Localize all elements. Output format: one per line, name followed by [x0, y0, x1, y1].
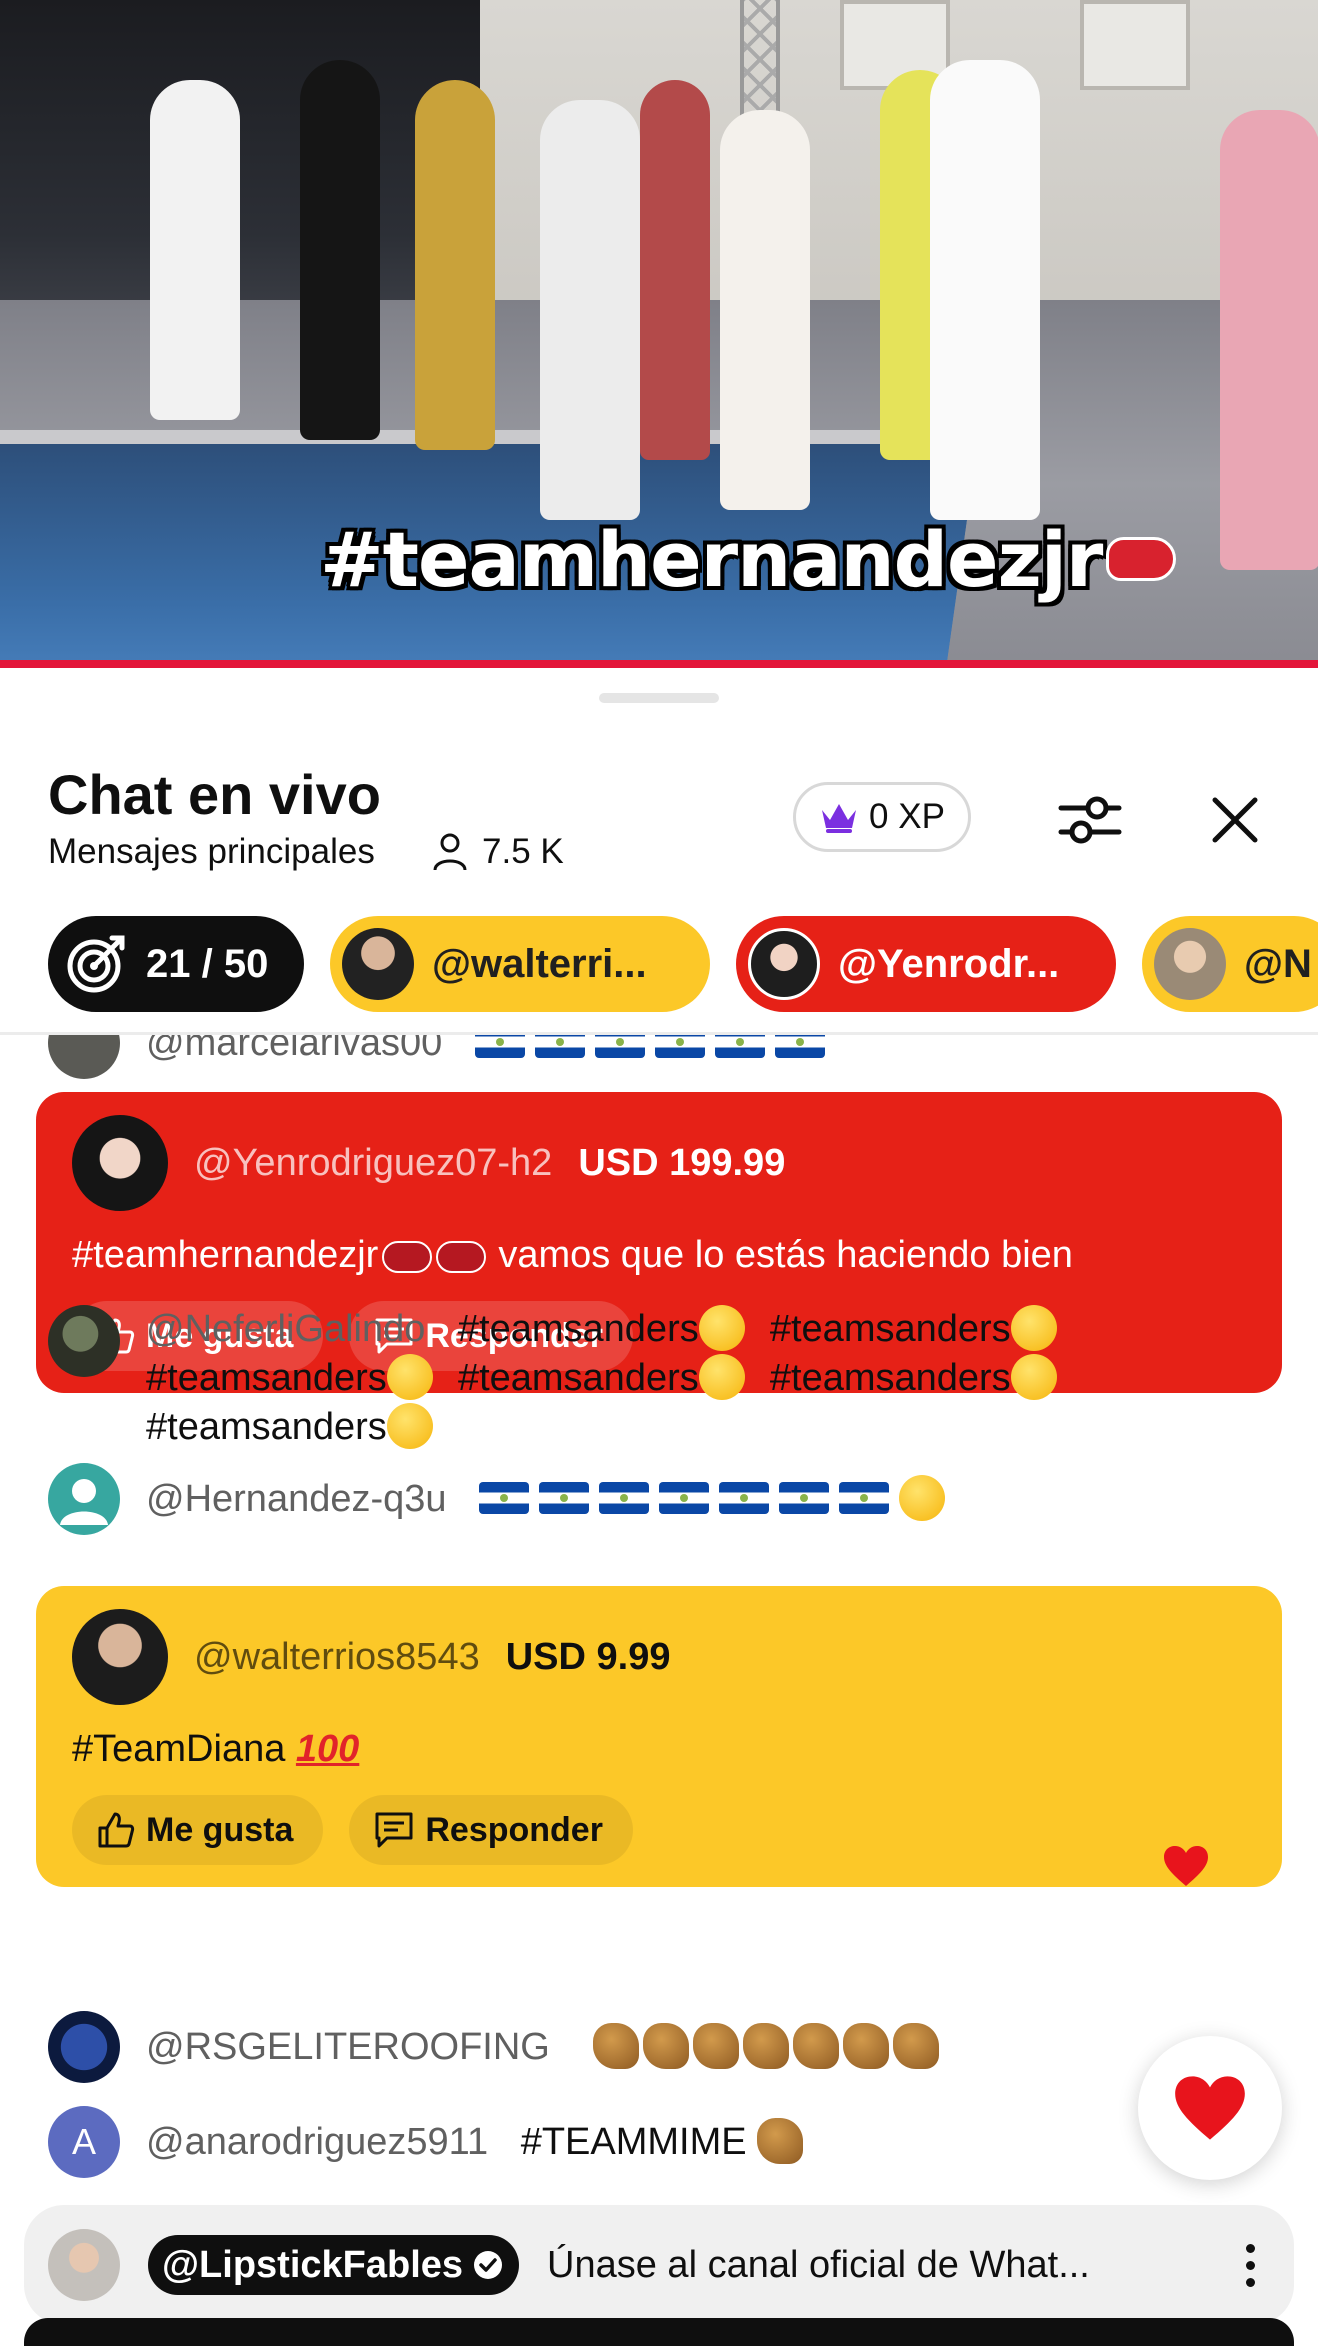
boxing-glove-icon	[382, 1240, 433, 1273]
boxing-glove-icon	[436, 1240, 487, 1273]
avatar	[1154, 928, 1226, 1000]
reply-button[interactable]: Responder	[349, 1795, 633, 1865]
more-options-button[interactable]	[1230, 2235, 1270, 2295]
chat-message: @NeferliGalindo #teamsanders #teamsander…	[48, 1304, 1278, 1452]
boxing-glove-icon	[1106, 537, 1177, 581]
drag-handle[interactable]	[599, 693, 719, 703]
ticker-chip-walterrios[interactable]: @walterri...	[330, 916, 710, 1012]
viewer-count-value: 7.5 K	[482, 832, 564, 871]
super-chat-message: @walterrios8543 USD 9.99 #TeamDiana 100 …	[36, 1586, 1282, 1887]
message-text	[479, 1474, 949, 1521]
default-avatar-icon	[60, 1479, 108, 1525]
message-text	[582, 2022, 943, 2069]
message-author[interactable]: @Yenrodriguez07-h2	[194, 1142, 552, 1185]
video-progress-bar[interactable]	[0, 660, 1318, 668]
super-chat-header: @walterrios8543 USD 9.99	[72, 1608, 1246, 1706]
verified-check-icon	[474, 2251, 503, 2279]
close-icon	[1212, 797, 1258, 843]
person-figure	[930, 60, 1040, 520]
message-author[interactable]: @NeferliGalindo	[146, 1308, 425, 1350]
person-figure	[720, 110, 810, 510]
person-figure	[415, 80, 495, 450]
crown-icon	[822, 804, 857, 833]
avatar: A	[48, 2106, 120, 2178]
person-figure	[150, 80, 240, 420]
chat-input-bar[interactable]	[24, 2318, 1294, 2346]
video-caption: #teamhernandezjr	[320, 515, 1177, 604]
chat-message: @RSGELITEROOFING	[48, 2011, 943, 2083]
avatar	[342, 928, 414, 1000]
super-chat-header: @Yenrodriguez07-h2 USD 199.99	[72, 1114, 1246, 1212]
xp-label: 0 XP	[869, 797, 945, 836]
xp-button[interactable]: 0 XP	[793, 782, 971, 852]
hundred-points-icon: 100	[295, 1728, 360, 1770]
super-chat-ticker: 21 / 50 @walterri... @Yenrodr... @N	[48, 916, 1318, 1012]
close-button[interactable]	[1200, 780, 1270, 860]
person-figure	[1220, 110, 1318, 570]
person-figure	[540, 100, 640, 520]
live-chat-panel: Chat en vivo Mensajes principales 7.5 K …	[0, 670, 1318, 2346]
ticker-chip-label: @walterri...	[432, 941, 647, 986]
chat-message: @marcelarivas00	[48, 1035, 835, 1079]
message-text	[474, 1035, 835, 1064]
super-chat-amount: USD 199.99	[578, 1141, 786, 1184]
filter-settings-button[interactable]	[1050, 780, 1130, 860]
chat-message: A @anarodriguez5911 #TEAMMIME	[48, 2106, 807, 2178]
message-text: #TEAMMIME	[521, 2117, 807, 2164]
like-button[interactable]: Me gusta	[72, 1795, 324, 1865]
small-heart-icon	[1164, 1846, 1208, 1886]
person-figure	[300, 60, 380, 440]
message-author[interactable]: @Hernandez-q3u	[146, 1478, 447, 1520]
chat-message-list[interactable]: @marcelarivas00 @Yenrodriguez07-h2 USD 1…	[0, 1035, 1318, 2225]
background-window	[1080, 0, 1190, 90]
avatar	[48, 2011, 120, 2083]
video-player[interactable]: #teamhernandezjr	[0, 0, 1318, 668]
avatar	[48, 1463, 120, 1535]
avatar	[48, 2229, 120, 2301]
panel-title: Chat en vivo	[48, 763, 381, 826]
tune-icon	[1058, 796, 1122, 844]
ticker-chip-next[interactable]: @N	[1142, 916, 1318, 1012]
goal-progress: 21 / 50	[146, 941, 269, 986]
person-figure	[640, 80, 710, 460]
pinned-text: Únase al canal oficial de What...	[547, 2243, 1090, 2286]
avatar	[72, 1609, 168, 1705]
reaction-button[interactable]	[1138, 2036, 1282, 2180]
message-text: #TeamDiana 100	[72, 1728, 360, 1770]
comment-icon	[375, 1812, 413, 1848]
more-vert-icon	[1245, 2243, 1255, 2253]
message-text: #teamhernandezjr vamos que lo estás hacie…	[72, 1234, 1073, 1276]
viewer-count: 7.5 K	[432, 832, 564, 872]
avatar	[48, 1305, 120, 1377]
avatar	[72, 1115, 168, 1211]
chat-message: @Hernandez-q3u	[48, 1463, 949, 1535]
message-author[interactable]: @anarodriguez5911	[146, 2121, 488, 2163]
ticker-chip-label: @N	[1244, 941, 1312, 986]
avatar	[748, 928, 820, 1000]
thumbs-up-icon	[98, 1812, 135, 1848]
message-author[interactable]: @marcelarivas00	[146, 1035, 442, 1064]
pinned-channel-badge[interactable]: @LipstickFables	[148, 2235, 520, 2295]
ticker-chip-label: @Yenrodr...	[838, 941, 1060, 986]
message-author[interactable]: @walterrios8543	[194, 1636, 480, 1679]
super-chat-amount: USD 9.99	[505, 1635, 671, 1678]
pinned-message[interactable]: @LipstickFables Únase al canal oficial d…	[24, 2205, 1294, 2325]
message-author[interactable]: @RSGELITEROOFING	[146, 2026, 550, 2068]
heart-icon	[1175, 2076, 1245, 2140]
chat-mode-selector[interactable]: Mensajes principales	[48, 832, 375, 872]
ticker-chip-yenrodriguez[interactable]: @Yenrodr...	[736, 916, 1116, 1012]
target-icon	[67, 935, 125, 993]
person-icon	[433, 833, 467, 871]
goal-chip[interactable]: 21 / 50	[48, 916, 304, 1012]
avatar	[48, 1035, 120, 1079]
